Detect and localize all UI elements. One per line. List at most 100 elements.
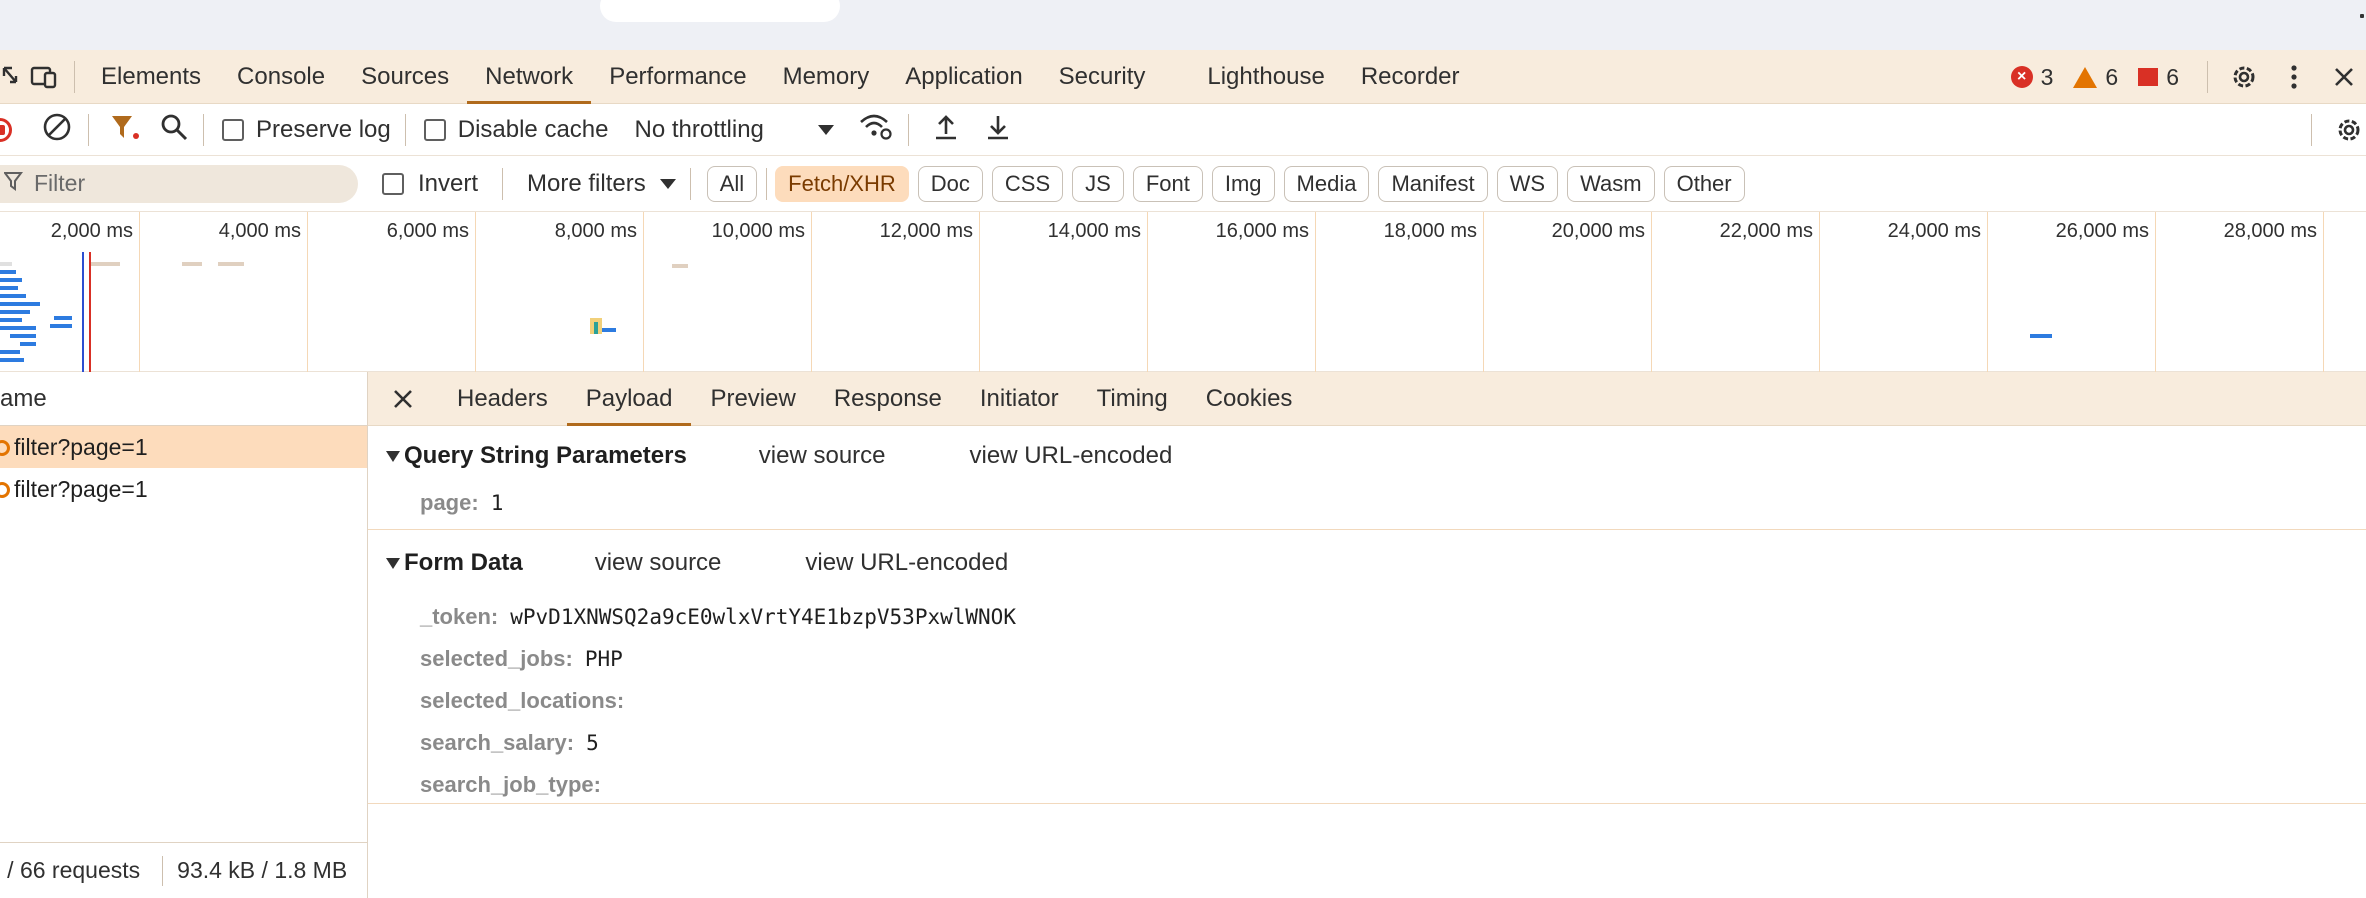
issues-badge[interactable]: 6 (2138, 64, 2179, 91)
timeline-bar (54, 316, 72, 320)
tab-cookies[interactable]: Cookies (1187, 372, 1312, 426)
tab-memory[interactable]: Memory (765, 50, 888, 104)
network-toolbar: Preserve log Disable cache No throttling (0, 104, 2366, 156)
timeline-tick-label: 28,000 ms (2223, 220, 2317, 242)
type-filter-wasm[interactable]: Wasm (1567, 165, 1655, 202)
tab-lighthouse[interactable]: Lighthouse (1189, 50, 1342, 104)
timeline-bar (0, 350, 20, 354)
export-har-icon[interactable] (983, 112, 1013, 147)
tab-network[interactable]: Network (467, 50, 592, 104)
timeline-overview[interactable]: 2,000 ms 4,000 ms 6,000 ms 8,000 ms 10,000 m… (0, 212, 2366, 372)
issues-count: 6 (2166, 63, 2179, 90)
preserve-log-label: Preserve log (256, 115, 391, 143)
timeline-tick-label: 4,000 ms (218, 220, 301, 242)
type-filter-media[interactable]: Media (1283, 165, 1370, 202)
request-row[interactable]: filter?page=1 (0, 426, 367, 468)
disable-cache-checkbox[interactable] (423, 118, 446, 141)
tab-console[interactable]: Console (219, 50, 343, 104)
tab-headers[interactable]: Headers (438, 372, 567, 426)
view-url-encoded-link[interactable]: view URL-encoded (805, 549, 1008, 577)
timeline-bar (0, 262, 12, 266)
tab-elements[interactable]: Elements (83, 50, 219, 104)
errors-count: 3 (2040, 63, 2054, 90)
issues-icon (2138, 68, 2159, 86)
search-icon[interactable] (159, 112, 189, 147)
type-filter-img[interactable]: Img (1211, 165, 1275, 202)
warnings-badge[interactable]: 6 (2073, 64, 2118, 91)
name-column-header[interactable]: ame (0, 372, 367, 426)
tab-application[interactable]: Application (887, 50, 1040, 104)
more-options-icon[interactable] (2272, 50, 2316, 104)
tab-preview[interactable]: Preview (691, 372, 814, 426)
tab-timing[interactable]: Timing (1078, 372, 1187, 426)
tab-initiator[interactable]: Initiator (961, 372, 1078, 426)
type-filter-doc[interactable]: Doc (917, 165, 983, 202)
request-name: filter?page=1 (14, 433, 148, 460)
type-filter-css[interactable]: CSS (991, 165, 1064, 202)
query-string-header[interactable]: Query String Parameters view source view… (368, 426, 2366, 486)
device-toolbar-icon[interactable] (22, 50, 66, 104)
tab-recorder[interactable]: Recorder (1343, 50, 1478, 104)
corner-mark (2360, 14, 2364, 18)
settings-gear-icon[interactable] (2222, 50, 2266, 104)
param-key: _token: (420, 604, 499, 629)
timeline-bar (20, 342, 36, 346)
network-settings-gear-icon[interactable] (2334, 115, 2364, 150)
query-string-section: Query String Parameters view source view… (368, 426, 2366, 530)
param-key: selected_locations: (420, 688, 625, 713)
timeline-bar (0, 358, 24, 362)
requests-count: 2 / 66 requests (0, 857, 141, 883)
invert-checkbox[interactable] (382, 172, 404, 195)
requests-list-panel: ame filter?page=1 filter?page=1 2 / 66 r… (0, 372, 368, 898)
timeline-bar (0, 318, 22, 322)
tab-response[interactable]: Response (815, 372, 961, 426)
filter-funnel-icon[interactable] (109, 112, 141, 147)
timeline-bar (90, 262, 120, 266)
network-conditions-icon[interactable] (858, 112, 894, 147)
param-key: search_job_type: (420, 772, 601, 797)
record-stop-icon[interactable] (0, 117, 14, 143)
type-filter-fetch-xhr[interactable]: Fetch/XHR (775, 165, 909, 202)
form-data-header[interactable]: Form Data view source view URL-encoded (368, 530, 2366, 596)
type-filter-other[interactable]: Other (1663, 165, 1745, 202)
tab-performance[interactable]: Performance (591, 50, 764, 104)
type-filter-all[interactable]: All (706, 165, 758, 202)
type-filter-font[interactable]: Font (1132, 165, 1203, 202)
section-title: Query String Parameters (404, 442, 687, 469)
close-detail-icon[interactable] (368, 372, 438, 426)
errors-badge[interactable]: × 3 (2010, 63, 2054, 91)
filter-input[interactable]: Filter (0, 164, 358, 203)
more-filters-dropdown[interactable]: More filters (527, 170, 676, 198)
tab-payload[interactable]: Payload (566, 372, 692, 426)
timeline-gridline (307, 212, 308, 372)
preserve-log-checkbox[interactable] (222, 118, 244, 141)
invert-label: Invert (418, 169, 479, 197)
divider (502, 167, 504, 200)
request-row[interactable]: filter?page=1 (0, 468, 367, 510)
type-filter-js[interactable]: JS (1072, 165, 1124, 202)
divider (203, 113, 204, 146)
close-devtools-icon[interactable] (2322, 50, 2366, 104)
divider (162, 855, 164, 886)
view-source-link[interactable]: view source (595, 549, 722, 577)
warning-icon (2073, 66, 2098, 88)
timeline-bar (0, 286, 18, 290)
inspect-element-icon[interactable] (0, 50, 22, 104)
timeline-gridline (1987, 212, 1988, 372)
type-filter-ws[interactable]: WS (1496, 165, 1559, 202)
param-value: 1 (490, 491, 504, 515)
error-icon: × (2010, 66, 2033, 88)
tab-security[interactable]: Security (1041, 50, 1164, 104)
type-filter-manifest[interactable]: Manifest (1378, 165, 1488, 202)
throttling-select[interactable]: No throttling (634, 116, 835, 144)
timeline-gridline (2155, 212, 2156, 372)
view-url-encoded-link[interactable]: view URL-encoded (970, 442, 1173, 470)
import-har-icon[interactable] (931, 112, 961, 147)
view-source-link[interactable]: view source (759, 442, 886, 470)
tab-sources[interactable]: Sources (343, 50, 467, 104)
clear-icon[interactable] (42, 112, 72, 147)
load-event-line (89, 252, 91, 372)
timeline-gridline (811, 212, 812, 372)
timeline-gridline (1483, 212, 1484, 372)
param-row: search_job_type: (368, 764, 2366, 806)
